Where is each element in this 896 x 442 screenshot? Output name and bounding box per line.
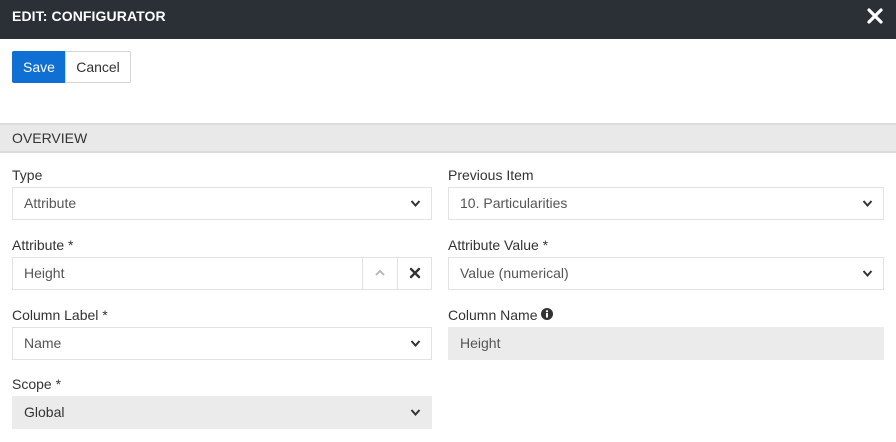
close-icon[interactable] xyxy=(866,7,884,25)
overview-section-header: OVERVIEW xyxy=(0,123,896,153)
attribute-label: Attribute * xyxy=(12,237,74,253)
column-name-label: Column Name xyxy=(448,307,538,323)
chevron-down-icon xyxy=(862,270,873,278)
save-button[interactable]: Save xyxy=(12,51,66,83)
attribute-value-label: Attribute Value * xyxy=(448,237,549,253)
scope-select[interactable]: Global xyxy=(12,396,432,429)
chevron-up-icon xyxy=(375,269,385,276)
column-name-field: Height xyxy=(448,327,884,360)
previous-item-label: Previous Item xyxy=(448,167,534,183)
previous-item-value: 10. Particularities xyxy=(460,195,568,211)
chevron-down-icon xyxy=(410,340,421,348)
attribute-lookup-field[interactable]: Height xyxy=(12,257,432,290)
chevron-down-icon xyxy=(862,200,873,208)
scope-value: Global xyxy=(24,404,65,420)
column-label-value: Name xyxy=(24,335,62,351)
info-icon[interactable] xyxy=(541,308,553,320)
clear-attribute-button[interactable] xyxy=(397,258,432,289)
attribute-value-value: Value (numerical) xyxy=(460,265,569,281)
previous-item-select[interactable]: 10. Particularities xyxy=(448,187,884,220)
scope-label: Scope * xyxy=(12,376,62,392)
section-title: OVERVIEW xyxy=(12,130,88,146)
column-name-value: Height xyxy=(460,335,501,351)
chevron-up-button[interactable] xyxy=(362,258,397,289)
chevron-down-icon xyxy=(410,409,421,417)
attribute-value-select[interactable]: Value (numerical) xyxy=(448,257,884,290)
type-value: Attribute xyxy=(24,195,77,211)
clear-icon xyxy=(409,267,421,279)
attribute-value: Height xyxy=(24,265,65,281)
column-label-select[interactable]: Name xyxy=(12,327,432,360)
chevron-down-icon xyxy=(410,200,421,208)
type-select[interactable]: Attribute xyxy=(12,187,432,220)
dialog-titlebar: EDIT: CONFIGURATOR xyxy=(0,0,896,39)
dialog-title: EDIT: CONFIGURATOR xyxy=(12,8,166,24)
column-label-label: Column Label * xyxy=(12,307,108,323)
type-label: Type xyxy=(12,167,43,183)
cancel-button[interactable]: Cancel xyxy=(65,51,131,83)
